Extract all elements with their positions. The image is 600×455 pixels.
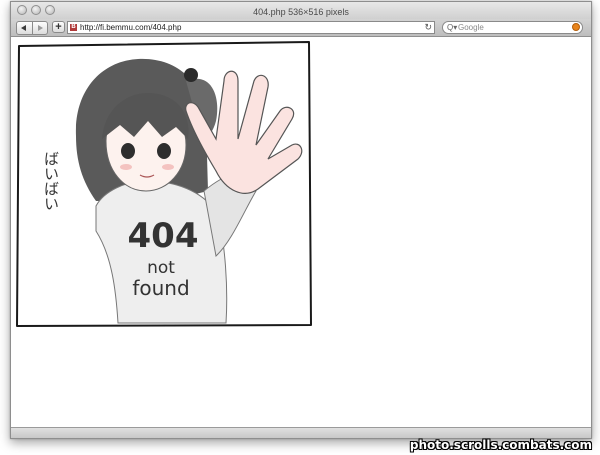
window-controls bbox=[17, 5, 55, 15]
reload-icon[interactable]: ↻ bbox=[424, 22, 432, 33]
close-window-button[interactable] bbox=[17, 5, 27, 15]
blush-icon bbox=[120, 164, 132, 170]
search-placeholder: Google bbox=[458, 23, 484, 32]
add-bookmark-button[interactable]: + bbox=[52, 21, 65, 33]
forward-button[interactable] bbox=[31, 22, 48, 34]
search-icon[interactable]: Q▾ bbox=[447, 22, 457, 33]
status-bar bbox=[11, 427, 591, 438]
side-handwriting: ばいばい bbox=[42, 151, 60, 211]
search-field[interactable]: Q▾ Google bbox=[442, 21, 583, 34]
snapback-icon[interactable] bbox=[572, 23, 580, 31]
shirt-text-found: found bbox=[132, 276, 189, 300]
blush-icon bbox=[162, 164, 174, 170]
hair-tie-icon bbox=[184, 68, 198, 82]
toolbar: + B http://fi.bemmu.com/404.php ↻ Q▾ Goo… bbox=[11, 19, 591, 37]
shirt-text-not: not bbox=[147, 258, 175, 278]
window-title: 404.php 536×516 pixels bbox=[253, 7, 349, 17]
address-bar[interactable]: B http://fi.bemmu.com/404.php ↻ bbox=[67, 21, 435, 34]
forward-arrow-icon bbox=[37, 25, 43, 31]
title-bar[interactable]: 404.php 536×516 pixels bbox=[11, 2, 591, 19]
back-button[interactable] bbox=[17, 22, 32, 34]
navigation-buttons bbox=[16, 21, 48, 35]
browser-window: 404.php 536×516 pixels + B http://fi.bem… bbox=[10, 1, 592, 439]
watermark: photo.scrolls.combats.com bbox=[409, 438, 592, 452]
left-eye-icon bbox=[121, 143, 135, 159]
favicon-icon: B bbox=[70, 24, 77, 31]
404-illustration: 404 not found ばいばい bbox=[16, 41, 312, 327]
page-content: 404 not found ばいばい bbox=[11, 37, 591, 428]
minimize-window-button[interactable] bbox=[31, 5, 41, 15]
back-arrow-icon bbox=[21, 25, 26, 31]
zoom-window-button[interactable] bbox=[45, 5, 55, 15]
url-text[interactable]: http://fi.bemmu.com/404.php bbox=[80, 22, 181, 33]
right-eye-icon bbox=[157, 143, 171, 159]
shirt-text-404: 404 bbox=[128, 216, 199, 256]
